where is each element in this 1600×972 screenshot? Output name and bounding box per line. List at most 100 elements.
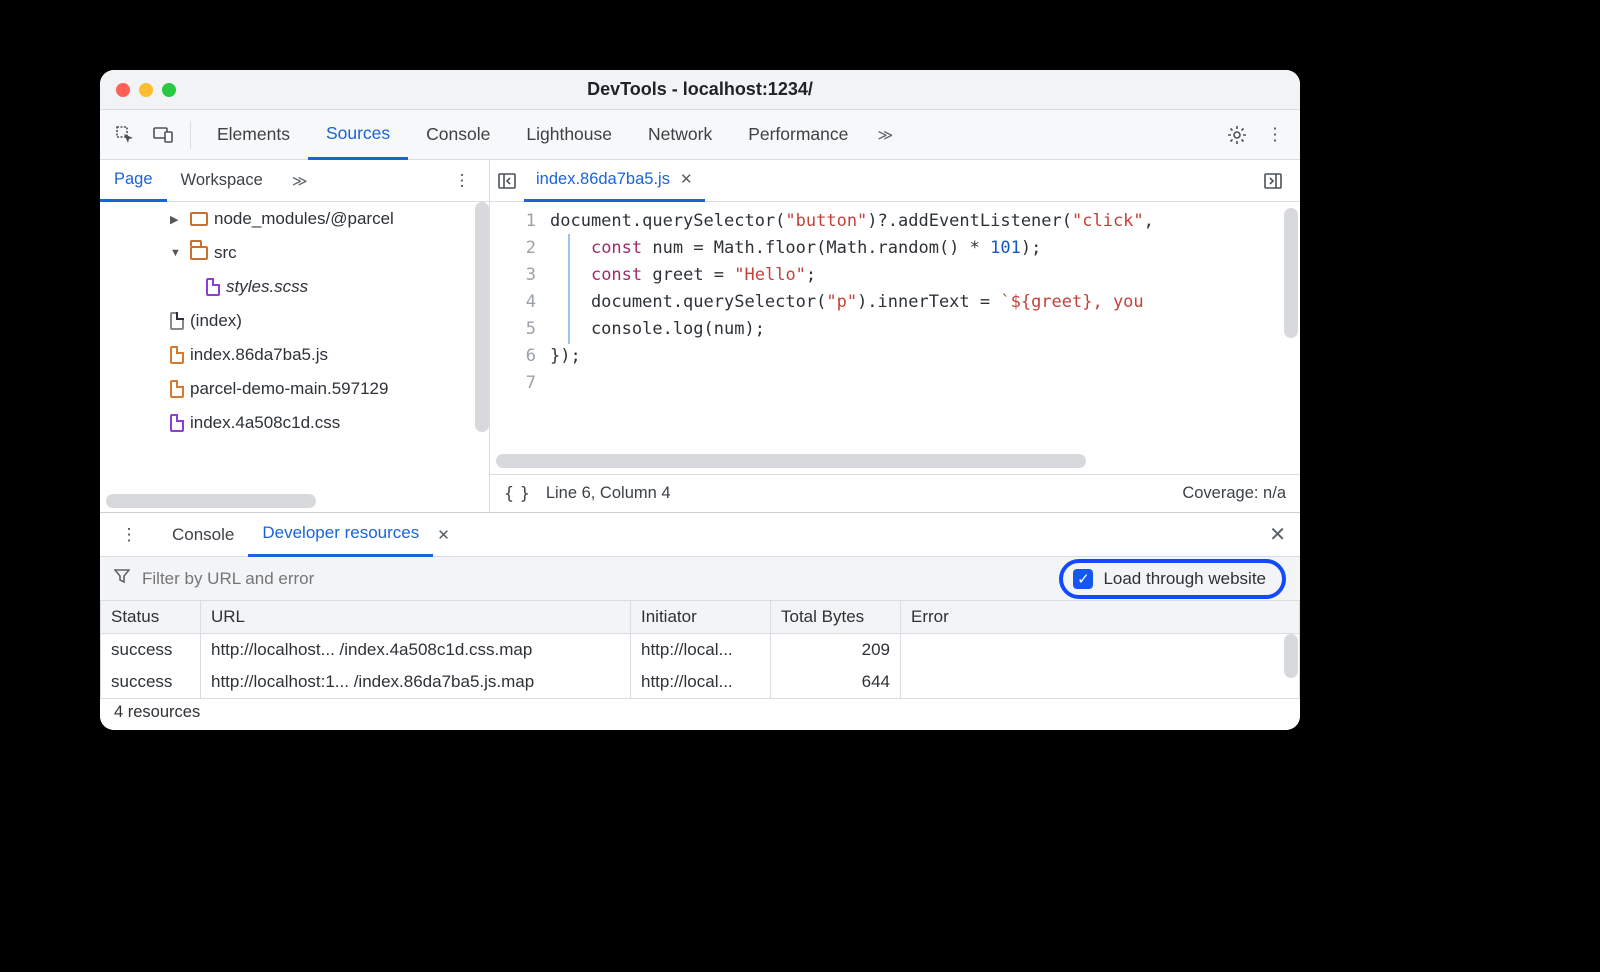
editor-panel: index.86da7ba5.js ✕ 1234567 document.que…: [490, 160, 1300, 512]
tree-label: src: [214, 243, 237, 263]
table-row[interactable]: success http://localhost... /index.4a508…: [101, 634, 1300, 666]
filter-funnel-icon[interactable]: [114, 568, 130, 589]
nav-vertical-scrollbar[interactable]: [475, 202, 489, 432]
close-tab-icon[interactable]: ✕: [680, 170, 693, 188]
tab-network[interactable]: Network: [630, 110, 730, 160]
tab-console[interactable]: Console: [408, 110, 508, 160]
editor-vertical-scrollbar[interactable]: [1284, 208, 1298, 338]
code-body: document.querySelector("button")?.addEve…: [550, 202, 1154, 474]
tree-file-parcel[interactable]: parcel-demo-main.597129: [100, 372, 489, 406]
titlebar: DevTools - localhost:1234/: [100, 70, 1300, 110]
tab-sources[interactable]: Sources: [308, 110, 408, 160]
more-tabs-chevron-icon[interactable]: ≫: [868, 118, 902, 152]
minimize-window-button[interactable]: [139, 83, 153, 97]
drawer-kebab-icon[interactable]: ⋮: [112, 518, 146, 552]
drawer-tab-label: Developer resources: [262, 523, 419, 543]
filter-input[interactable]: [142, 569, 442, 589]
cell-status: success: [101, 666, 201, 698]
close-drawer-tab-icon[interactable]: ✕: [437, 526, 450, 544]
nav-kebab-icon[interactable]: ⋮: [445, 164, 479, 198]
tree-label: node_modules/@parcel: [214, 209, 394, 229]
separator: [190, 121, 191, 149]
tree-folder-node-modules[interactable]: ▶ node_modules/@parcel: [100, 202, 489, 236]
col-total-bytes[interactable]: Total Bytes: [771, 601, 901, 634]
expand-triangle-icon: ▼: [170, 247, 184, 259]
nav-more-chevron-icon[interactable]: ≫: [283, 164, 317, 198]
folder-open-icon: [190, 246, 208, 260]
nav-tab-page[interactable]: Page: [100, 160, 167, 202]
tree-label: styles.scss: [226, 277, 308, 297]
tree-label: (index): [190, 311, 242, 331]
cell-status: success: [101, 634, 201, 666]
close-window-button[interactable]: [116, 83, 130, 97]
js-file-icon: [170, 346, 184, 364]
tree-file-index[interactable]: (index): [100, 304, 489, 338]
cell-url: http://localhost... /index.4a508c1d.css.…: [201, 634, 631, 666]
col-url[interactable]: URL: [201, 601, 631, 634]
window-title: DevTools - localhost:1234/: [100, 79, 1300, 100]
cell-bytes: 644: [771, 666, 901, 698]
inspect-element-icon[interactable]: [108, 118, 142, 152]
tree-folder-src[interactable]: ▼ src: [100, 236, 489, 270]
window-controls: [116, 83, 176, 97]
col-initiator[interactable]: Initiator: [631, 601, 771, 634]
cursor-position: Line 6, Column 4: [546, 484, 671, 503]
editor-statusbar: { } Line 6, Column 4 Coverage: n/a: [490, 474, 1300, 512]
resources-filterbar: ✓ Load through website: [100, 557, 1300, 601]
collapse-triangle-icon: ▶: [170, 213, 184, 226]
drawer-tab-developer-resources[interactable]: Developer resources: [248, 513, 433, 557]
drawer-tab-console[interactable]: Console: [158, 513, 248, 557]
load-through-website-toggle[interactable]: ✓ Load through website: [1059, 559, 1286, 599]
editor-tab-indexjs[interactable]: index.86da7ba5.js ✕: [524, 160, 705, 202]
editor-tabs: index.86da7ba5.js ✕: [490, 160, 1300, 202]
close-drawer-icon[interactable]: ✕: [1269, 522, 1286, 547]
sources-panel: Page Workspace ≫ ⋮ ▶ node_modules/@parce…: [100, 160, 1300, 512]
load-through-label: Load through website: [1103, 569, 1266, 589]
main-kebab-icon[interactable]: ⋮: [1258, 118, 1292, 152]
main-toolbar: Elements Sources Console Lighthouse Netw…: [100, 110, 1300, 160]
resource-count: 4 resources: [114, 703, 200, 721]
cell-url: http://localhost:1... /index.86da7ba5.js…: [201, 666, 631, 698]
editor-tab-label: index.86da7ba5.js: [536, 170, 670, 189]
code-editor[interactable]: 1234567 document.querySelector("button")…: [490, 202, 1300, 474]
cell-bytes: 209: [771, 634, 901, 666]
table-vertical-scrollbar[interactable]: [1284, 634, 1298, 678]
file-tree: ▶ node_modules/@parcel ▼ src styles.scss…: [100, 202, 489, 512]
tab-performance[interactable]: Performance: [730, 110, 866, 160]
tab-elements[interactable]: Elements: [199, 110, 308, 160]
cell-error: [901, 666, 1300, 698]
line-gutter: 1234567: [490, 202, 550, 474]
tree-label: parcel-demo-main.597129: [190, 379, 388, 399]
tab-lighthouse[interactable]: Lighthouse: [508, 110, 630, 160]
cell-error: [901, 634, 1300, 666]
navigator-panel: Page Workspace ≫ ⋮ ▶ node_modules/@parce…: [100, 160, 490, 512]
drawer-panel: ⋮ Console Developer resources ✕ ✕ ✓ Load…: [100, 512, 1300, 730]
cell-initiator: http://local...: [631, 666, 771, 698]
table-row[interactable]: success http://localhost:1... /index.86d…: [101, 666, 1300, 698]
editor-horizontal-scrollbar[interactable]: [496, 454, 1086, 468]
zoom-window-button[interactable]: [162, 83, 176, 97]
nav-horizontal-scrollbar[interactable]: [106, 494, 316, 508]
folder-icon: [190, 212, 208, 226]
resources-table-body: success http://localhost... /index.4a508…: [100, 634, 1300, 698]
tree-file-styles[interactable]: styles.scss: [100, 270, 489, 304]
tree-file-js[interactable]: index.86da7ba5.js: [100, 338, 489, 372]
checkbox-checked-icon: ✓: [1073, 569, 1093, 589]
tree-label: index.86da7ba5.js: [190, 345, 328, 365]
col-status[interactable]: Status: [101, 601, 201, 634]
pretty-print-icon[interactable]: { }: [504, 484, 528, 503]
device-toolbar-icon[interactable]: [146, 118, 180, 152]
settings-gear-icon[interactable]: [1220, 118, 1254, 152]
devtools-window: DevTools - localhost:1234/ Elements Sour…: [100, 70, 1300, 730]
show-navigator-icon[interactable]: [490, 173, 524, 189]
resources-table-head: Status URL Initiator Total Bytes Error: [100, 601, 1300, 634]
tree-label: index.4a508c1d.css: [190, 413, 340, 433]
show-debugger-icon[interactable]: [1256, 173, 1290, 189]
tree-file-css[interactable]: index.4a508c1d.css: [100, 406, 489, 440]
file-icon: [170, 312, 184, 330]
js-file-icon: [170, 380, 184, 398]
col-error[interactable]: Error: [901, 601, 1300, 634]
nav-tab-workspace[interactable]: Workspace: [167, 160, 277, 202]
scss-file-icon: [206, 278, 220, 296]
block-indicator: [568, 234, 570, 344]
